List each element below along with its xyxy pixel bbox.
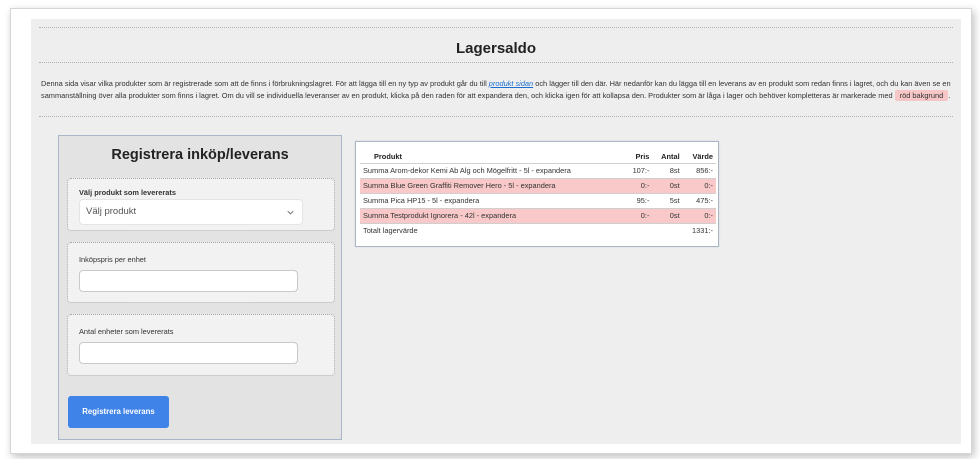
total-empty-price (624, 222, 653, 238)
cell-product: Summa Testprodukt Ignorera - 42l - expan… (360, 207, 625, 223)
cell-quantity: 0st (652, 177, 683, 193)
table-header-row: Produkt Pris Antal Värde (360, 150, 716, 163)
page-frame: Lagersaldo Denna sida visar vilka produk… (10, 8, 972, 454)
cell-value: 856:- (682, 162, 716, 178)
cell-quantity: 8st (652, 162, 683, 178)
table-row[interactable]: Summa Testprodukt Ignorera - 42l - expan… (360, 207, 716, 223)
divider-title (39, 62, 953, 63)
cell-price: 0:- (624, 177, 653, 193)
quantity-label: Antal enheter som levererats (79, 327, 174, 336)
table-row[interactable]: Summa Arom-dekor Kemi Ab Alg och Mögelfr… (360, 162, 716, 178)
product-select-label: Välj produkt som levererats (79, 188, 176, 197)
register-delivery-panel: Registrera inköp/leverans Välj produkt s… (58, 135, 342, 440)
cell-price: 95:- (624, 192, 653, 208)
cell-price: 0:- (624, 207, 653, 223)
quantity-field-group: Antal enheter som levererats (67, 314, 335, 376)
cell-quantity: 5st (652, 192, 683, 208)
cell-product: Summa Blue Green Graffiti Remover Hero -… (360, 177, 625, 193)
price-field-group: Inköpspris per enhet (67, 242, 335, 303)
intro-part1: Denna sida visar vilka produkter som är … (41, 79, 487, 88)
main-panel: Lagersaldo Denna sida visar vilka produk… (31, 19, 961, 444)
total-label: Totalt lagervärde (360, 222, 625, 238)
intro-part3: . (948, 91, 951, 100)
cell-product: Summa Pica HP15 - 5l - expandera (360, 192, 625, 208)
register-delivery-button[interactable]: Registrera leverans (68, 396, 169, 428)
total-empty-quantity (652, 222, 683, 238)
red-background-sample: röd bakgrund (894, 90, 949, 101)
table-row[interactable]: Summa Blue Green Graffiti Remover Hero -… (360, 177, 716, 193)
header-product: Produkt (374, 151, 402, 161)
product-select-value: Välj produkt (86, 206, 137, 217)
divider-intro (39, 116, 953, 117)
price-label: Inköpspris per enhet (79, 255, 146, 264)
table-row[interactable]: Summa Pica HP15 - 5l - expandera 95:- 5s… (360, 192, 716, 208)
product-select[interactable]: Välj produkt (79, 199, 303, 225)
register-title: Registrera inköp/leverans (111, 147, 289, 163)
total-row: Totalt lagervärde 1331:- (360, 222, 716, 238)
cell-price: 107:- (624, 162, 653, 178)
header-value: Värde (692, 151, 713, 161)
cell-product: Summa Arom-dekor Kemi Ab Alg och Mögelfr… (360, 162, 625, 178)
total-value: 1331:- (682, 222, 716, 238)
page-title: Lagersaldo (455, 40, 537, 57)
cell-quantity: 0st (652, 207, 683, 223)
divider-top (39, 27, 953, 28)
inventory-table: Produkt Pris Antal Värde Summa Arom-deko… (360, 150, 716, 238)
cell-value: 475:- (682, 192, 716, 208)
inventory-rows: Summa Arom-dekor Kemi Ab Alg och Mögelfr… (360, 162, 716, 238)
price-input[interactable] (79, 270, 298, 292)
quantity-input[interactable] (79, 342, 298, 364)
header-price: Pris (635, 151, 650, 161)
inventory-table-panel: Produkt Pris Antal Värde Summa Arom-deko… (355, 141, 719, 247)
cell-value: 0:- (682, 207, 716, 223)
product-page-link[interactable]: produkt sidan (489, 79, 533, 88)
product-field-group: Välj produkt som levererats Välj produkt (67, 178, 335, 231)
intro-text: Denna sida visar vilka produkter som är … (41, 78, 951, 102)
chevron-down-icon (287, 210, 294, 215)
header-quantity: Antal (661, 151, 680, 161)
cell-value: 0:- (682, 177, 716, 193)
